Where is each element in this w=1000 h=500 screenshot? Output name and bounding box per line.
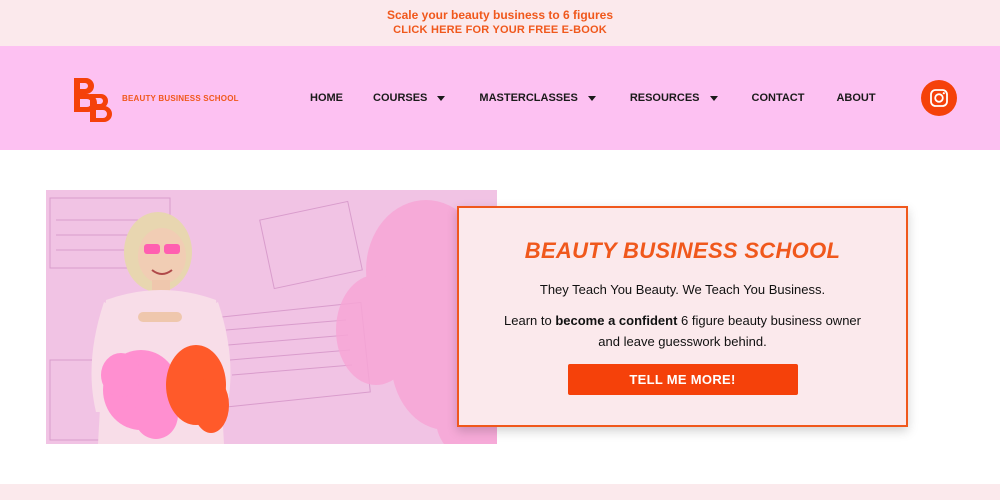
promo-bar: Scale your beauty business to 6 figures …: [0, 0, 1000, 46]
nav-contact[interactable]: CONTACT: [752, 92, 805, 104]
promo-headline: Scale your beauty business to 6 figures: [386, 8, 614, 22]
hero-card: BEAUTY BUSINESS SCHOOL They Teach You Be…: [457, 206, 908, 427]
footer-strip: [0, 484, 1000, 500]
nav-resources[interactable]: RESOURCES: [630, 92, 718, 104]
hero-description: Learn to become a confident 6 figure bea…: [493, 310, 873, 352]
nav-about[interactable]: ABOUT: [836, 92, 875, 104]
logo-mark-icon: [74, 78, 112, 122]
hero-body-bold: become a confident: [555, 313, 678, 328]
site-header: BEAUTY BUSINESS SCHOOL HOME COURSES MAST…: [0, 46, 1000, 150]
nav-home[interactable]: HOME: [310, 92, 343, 104]
instagram-icon: [930, 89, 948, 107]
main-nav: HOME COURSES MASTERCLASSES RESOURCES CON…: [310, 46, 876, 150]
chevron-down-icon: [587, 95, 596, 101]
nav-contact-label: CONTACT: [751, 92, 805, 104]
hero-body-pre: Learn to: [504, 313, 556, 328]
chevron-down-icon: [709, 95, 718, 101]
chevron-down-icon: [437, 95, 446, 101]
instagram-button[interactable]: [921, 80, 957, 116]
nav-about-label: ABOUT: [836, 92, 876, 104]
logo-text: BEAUTY BUSINESS SCHOOL: [122, 93, 239, 103]
nav-home-label: HOME: [310, 92, 343, 104]
hero-photo-illustration: [46, 190, 497, 444]
nav-resources-label: RESOURCES: [629, 92, 700, 104]
logo[interactable]: BEAUTY BUSINESS SCHOOL: [72, 74, 242, 122]
hero-title: BEAUTY BUSINESS SCHOOL: [524, 238, 841, 263]
nav-masterclasses[interactable]: MASTERCLASSES: [479, 92, 596, 104]
nav-masterclasses-label: MASTERCLASSES: [479, 92, 578, 104]
nav-courses-label: COURSES: [373, 92, 428, 104]
hero-image: [46, 190, 497, 444]
free-ebook-link[interactable]: CLICK HERE FOR YOUR FREE E-BOOK: [0, 22, 1000, 38]
tell-me-more-button[interactable]: TELL ME MORE!: [567, 364, 798, 395]
hero-tagline: They Teach You Beauty. We Teach You Busi…: [539, 282, 826, 297]
nav-courses[interactable]: COURSES: [373, 92, 446, 104]
